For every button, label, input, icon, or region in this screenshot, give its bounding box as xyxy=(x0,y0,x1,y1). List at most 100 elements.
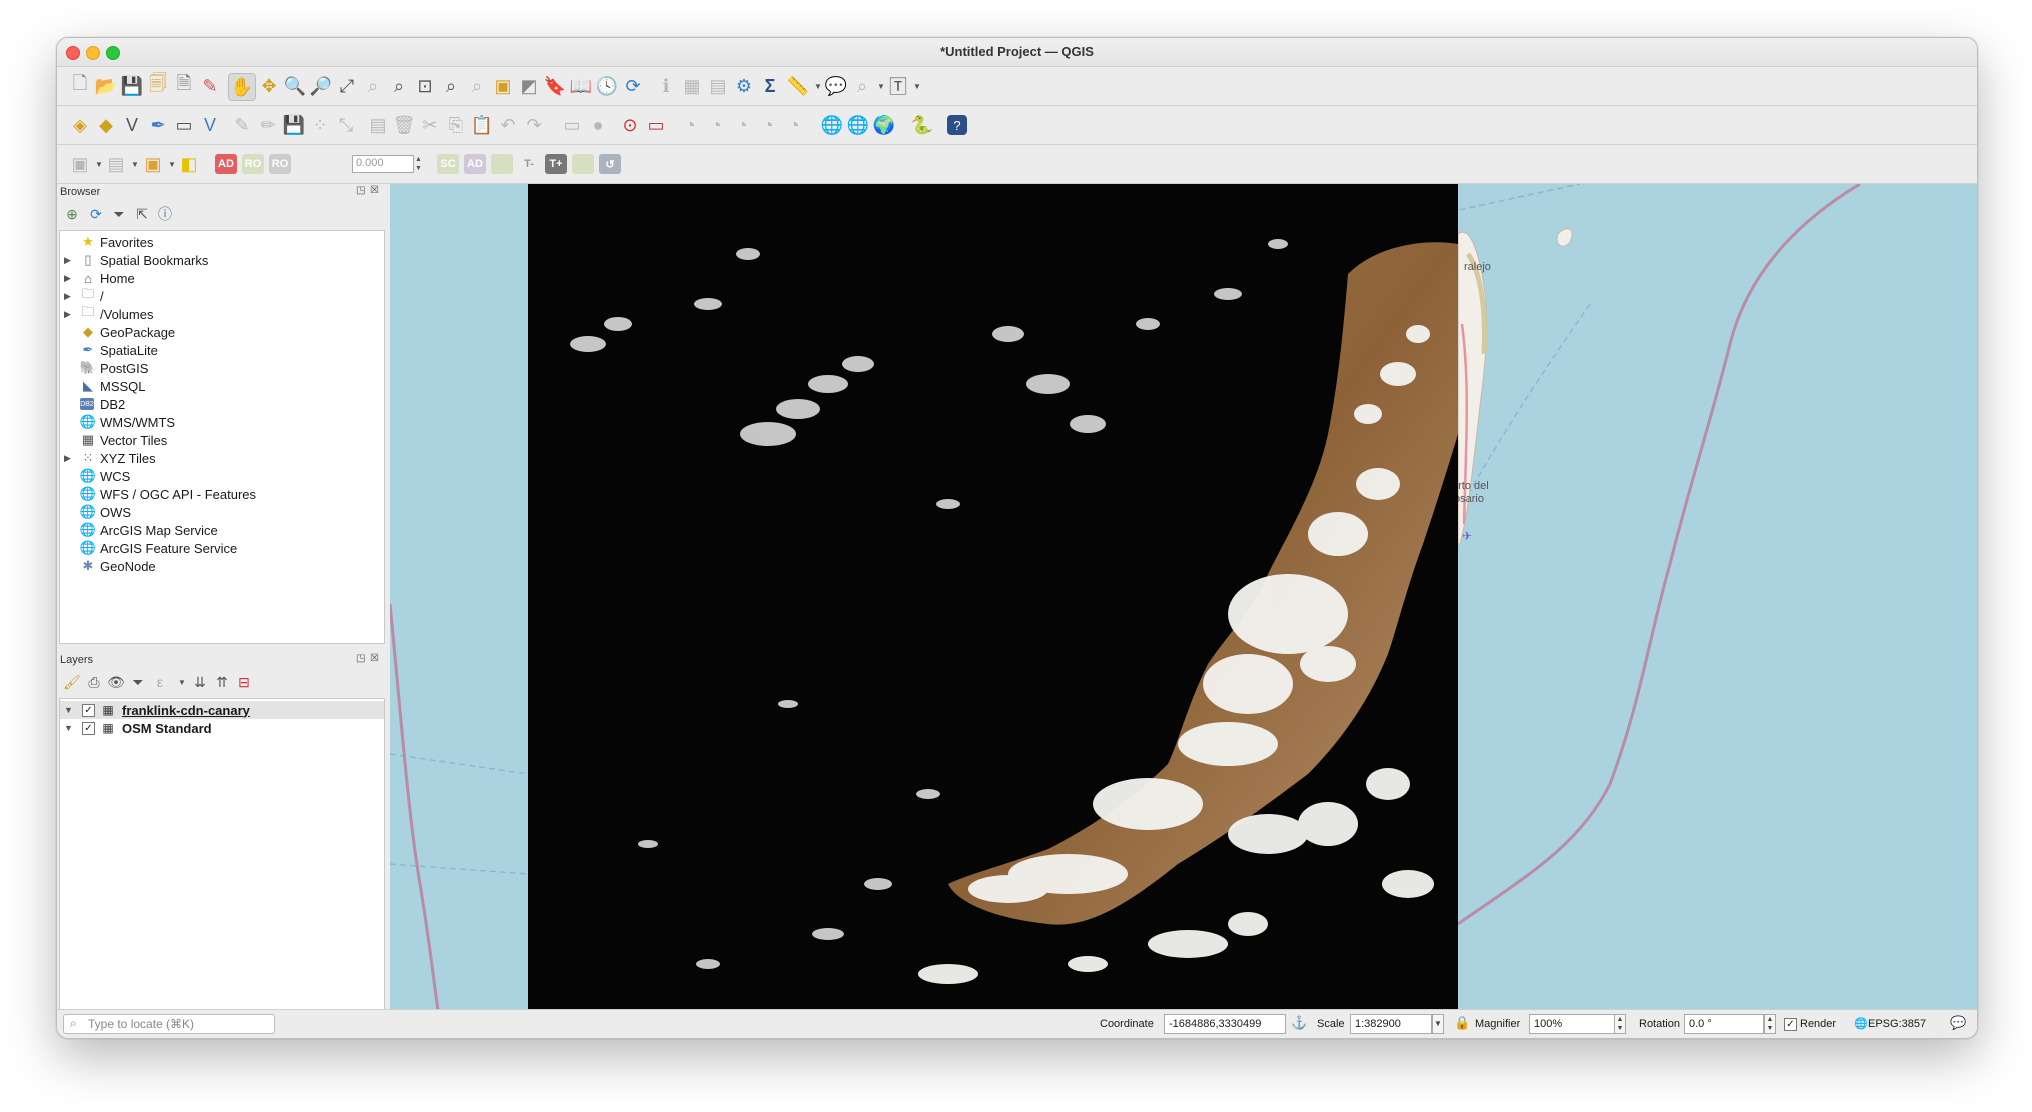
text-annotation-icon[interactable]: 🅃 xyxy=(885,73,911,99)
browser-item-ows[interactable]: 🌐 OWS xyxy=(60,503,384,521)
filter-select-icon[interactable]: ◧ xyxy=(176,151,202,177)
render-checkbox[interactable]: ✓ xyxy=(1784,1018,1797,1031)
collapse-arrow-icon[interactable]: ▼ xyxy=(64,705,73,715)
zoom-full-icon[interactable]: ⤢ xyxy=(334,73,360,99)
pin-labels-icon[interactable]: ● xyxy=(585,112,611,138)
browser-item-root[interactable]: ▶ 🗀 / xyxy=(60,286,384,305)
select-features-caret[interactable]: ▼ xyxy=(95,160,103,169)
data-source-manager-icon[interactable]: ◈ xyxy=(67,112,93,138)
identify-features-icon[interactable]: ℹ xyxy=(653,73,679,99)
metasearch-settings-icon[interactable]: 🌐 xyxy=(845,112,871,138)
filter-by-expression-icon[interactable]: ε xyxy=(150,672,170,692)
new-project-icon[interactable]: 🗋 xyxy=(67,73,93,99)
snap-option-icon[interactable] xyxy=(572,154,594,174)
properties-info-icon[interactable]: ⓘ xyxy=(155,204,175,224)
browser-item-spatial-bookmarks[interactable]: ▶ ▯ Spatial Bookmarks xyxy=(60,251,384,269)
snap-rotate-icon[interactable]: ↺ xyxy=(599,154,621,174)
snap-blank-icon[interactable] xyxy=(491,154,513,174)
browser-item-postgis[interactable]: 🐘 PostGIS xyxy=(60,359,384,377)
refresh-browser-icon[interactable]: ⟳ xyxy=(86,204,106,224)
locator-search-input[interactable]: ⌕ Type to locate (⌘K) xyxy=(63,1014,275,1034)
label-highlight-icon[interactable]: ▭ xyxy=(643,112,669,138)
copy-features-icon[interactable]: ⎘ xyxy=(443,112,469,138)
collapse-arrow-icon[interactable]: ▼ xyxy=(64,723,73,733)
layer-visibility-checkbox[interactable]: ✓ xyxy=(82,721,95,735)
zoom-to-selection-icon[interactable]: ⌕ xyxy=(360,73,386,99)
browser-item-wfs[interactable]: 🌐 WFS / OGC API - Features xyxy=(60,485,384,503)
current-edits-icon[interactable]: ✎ xyxy=(229,112,255,138)
layer-row-franklink[interactable]: ▼ ✓ ▦ franklink-cdn-canary xyxy=(60,701,384,719)
browser-item-arcgis-feature-service[interactable]: 🌐 ArcGIS Feature Service xyxy=(60,539,384,557)
open-project-icon[interactable]: 📂 xyxy=(93,73,119,99)
new-spatialite-layer-icon[interactable]: ✒ xyxy=(145,112,171,138)
statistical-summary-icon[interactable]: Σ xyxy=(757,73,783,99)
rotation-spinner[interactable]: ▲ ▼ xyxy=(1764,1014,1776,1034)
select-by-expression-caret[interactable]: ▼ xyxy=(168,160,176,169)
label-properties-icon[interactable]: ◔ xyxy=(781,112,807,138)
messages-icon[interactable]: 💬 xyxy=(1950,1015,1966,1031)
show-hide-labels-icon[interactable]: ◔ xyxy=(677,112,703,138)
scale-dropdown-icon[interactable]: ▼ xyxy=(1432,1014,1444,1034)
pan-map-icon[interactable]: ✋ xyxy=(228,73,256,101)
expand-arrow-icon[interactable]: ▶ xyxy=(64,273,71,284)
toggle-editing-icon[interactable]: ✏ xyxy=(255,112,281,138)
browser-item-favorites[interactable]: ★ Favorites xyxy=(60,233,384,251)
new-virtual-layer-icon[interactable]: V xyxy=(197,112,223,138)
text-decrease-icon[interactable]: T- xyxy=(518,154,540,174)
manage-map-themes-icon[interactable]: 👁 xyxy=(106,672,126,692)
new-3d-map-icon[interactable]: ◩ xyxy=(516,73,542,99)
deselect-caret[interactable]: ▼ xyxy=(131,160,139,169)
map-canvas[interactable]: ralejo erto del osario ✈ xyxy=(390,184,1977,1010)
measure-dropdown-caret[interactable]: ▼ xyxy=(814,82,822,91)
toggle-extents-icon[interactable]: ⚓ xyxy=(1291,1015,1307,1031)
browser-item-vector-tiles[interactable]: ▦ Vector Tiles xyxy=(60,431,384,449)
coordinate-field[interactable]: -1684886,3330499 xyxy=(1164,1014,1286,1034)
rotation-field[interactable]: 0.0 ° xyxy=(1684,1014,1764,1034)
browser-float-icon[interactable]: ◳ xyxy=(356,185,365,196)
browser-item-mssql[interactable]: ◣ MSSQL xyxy=(60,377,384,395)
rotate-label-icon[interactable]: ◔ xyxy=(729,112,755,138)
delete-selected-icon[interactable]: 🗑 xyxy=(391,112,417,138)
zoom-last-icon[interactable]: ⌕ xyxy=(438,73,464,99)
browser-item-volumes[interactable]: ▶ 🗀 /Volumes xyxy=(60,304,384,323)
paste-features-icon[interactable]: 📋 xyxy=(469,112,495,138)
snap-tolerance-spinner[interactable]: ▲ ▼ xyxy=(415,155,425,173)
layer-visibility-checkbox[interactable]: ✓ xyxy=(82,703,95,717)
expand-arrow-icon[interactable]: ▶ xyxy=(64,309,71,320)
new-map-view-icon[interactable]: ▣ xyxy=(490,73,516,99)
metasearch-icon[interactable]: 🌐 xyxy=(819,112,845,138)
temporal-controller-icon[interactable]: 🕓 xyxy=(594,73,620,99)
layer-row-osm-standard[interactable]: ▼ ✓ ▦ OSM Standard xyxy=(60,719,384,737)
magnifier-spinner[interactable]: ▲ ▼ xyxy=(1614,1014,1626,1034)
save-layer-edits-icon[interactable]: 💾 xyxy=(281,112,307,138)
new-bookmark-icon[interactable]: 🔖 xyxy=(542,73,568,99)
add-feature-icon[interactable]: ⁘ xyxy=(307,112,333,138)
filter-expression-caret[interactable]: ▼ xyxy=(172,672,192,692)
advanced-digitizing-ro-icon[interactable]: RO xyxy=(242,154,264,174)
print-layout-icon[interactable]: 🗎 xyxy=(171,73,197,99)
select-features-icon[interactable]: ▣ xyxy=(67,151,93,177)
zoom-out-icon[interactable]: 🔎 xyxy=(308,73,334,99)
measure-icon[interactable]: 📏 xyxy=(785,73,811,99)
layers-float-icon[interactable]: ◳ xyxy=(356,653,365,664)
save-as-icon[interactable]: 🗐 xyxy=(145,73,171,99)
refresh-icon[interactable]: ⟳ xyxy=(620,73,646,99)
filter-legend-icon[interactable]: ⏷ xyxy=(128,672,148,692)
remove-layer-icon[interactable]: ⊟ xyxy=(234,672,254,692)
lock-scale-icon[interactable]: 🔒 xyxy=(1454,1015,1470,1031)
select-by-location-icon[interactable]: ⌕ xyxy=(849,73,875,99)
help-icon[interactable]: ? xyxy=(947,115,967,135)
cut-features-icon[interactable]: ✂ xyxy=(417,112,443,138)
zoom-to-layer-icon[interactable]: ⌕ xyxy=(386,73,412,99)
field-calculator-icon[interactable]: ▤ xyxy=(705,73,731,99)
processing-toolbox-icon[interactable]: ⚙ xyxy=(731,73,757,99)
magnifier-field[interactable]: 100% xyxy=(1529,1014,1615,1034)
zoom-native-icon[interactable]: ⊡ xyxy=(412,73,438,99)
browser-item-spatialite[interactable]: ✒ SpatiaLite xyxy=(60,341,384,359)
label-toolbar-icon[interactable]: ▭ xyxy=(559,112,585,138)
select-dropdown-caret[interactable]: ▼ xyxy=(877,82,885,91)
browser-item-geopackage[interactable]: ◆ GeoPackage xyxy=(60,323,384,341)
filter-browser-icon[interactable]: ⏷ xyxy=(109,204,129,224)
move-label-icon[interactable]: ◔ xyxy=(703,112,729,138)
advanced-digitizing-ro2-icon[interactable]: RO xyxy=(269,154,291,174)
